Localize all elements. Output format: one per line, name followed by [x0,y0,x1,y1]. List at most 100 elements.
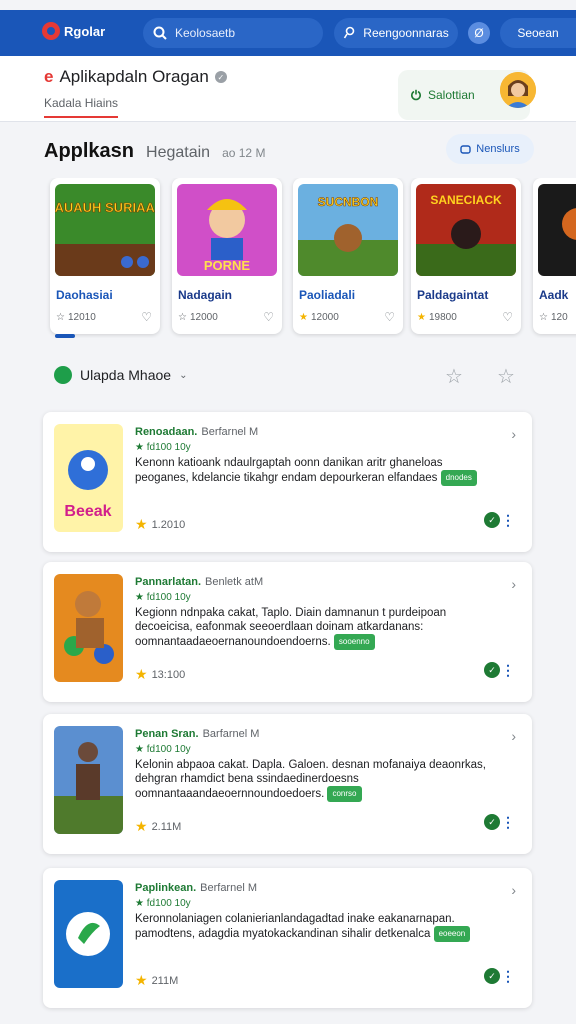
more-options-icon[interactable]: ⋮ [501,968,515,985]
help-icon[interactable]: Ø [468,22,490,44]
favorite-icon[interactable]: ♡ [502,310,513,324]
game-name: Paoliadali [299,288,356,302]
game-card[interactable]: SAUAUH SURIAAN Daohasiai ☆12010 ♡ [50,178,160,334]
app-title-text: Aplikapdaln Oragan [59,67,209,86]
logo-text: Rgolar [64,23,106,39]
game-rating: ☆ 120 [539,312,568,323]
app-icon: Beeak [54,424,123,532]
chevron-right-icon[interactable]: › [511,728,516,744]
game-thumbnail: PORNE [177,184,277,276]
top-bar: Rgolar Keolosaetb Reengoonnaras Ø Seoean [0,10,576,56]
app-title: Pannarlatan. Benletk atM [135,576,264,588]
search-input[interactable]: Keolosaetb [143,18,323,48]
app-downloads: ★ 13:100 [135,666,186,682]
game-thumbnail: SAUAUH SURIAAN [55,184,155,276]
app-description: Keronnolaniagen colanierianlandagadtad i… [135,912,495,942]
app-description: Kenonn katioank ndaulrgaptah oonn danika… [135,456,495,486]
chevron-down-icon: ⌄ [179,369,188,381]
star-outline-icon: ☆ [539,312,548,323]
brand-icon: e [44,67,54,86]
app-title: Penan Sran. Barfarnel M [135,728,260,740]
chip-label: Nenslurs [476,143,520,155]
app-rating: ★ fd100 10y [135,898,191,909]
verified-icon: ✓ [214,71,227,83]
action-button[interactable]: Seoean [500,18,576,48]
app-downloads: ★ 1.2010 [135,516,186,532]
star-icon: ★ [135,666,148,682]
installed-icon: ✓ [484,814,500,830]
game-thumbnail: SUCNBON [298,184,398,276]
list-item[interactable]: Pannarlatan. Benletk atM ★ fd100 10y Kegi… [43,562,532,702]
action-label: Seoean [517,26,559,40]
more-options-icon[interactable]: ⋮ [501,814,515,831]
game-rating: ☆ 12000 [178,312,218,323]
installed-icon: ✓ [484,968,500,984]
app-rating: ★ fd100 10y [135,744,191,755]
app-tag: conrso [327,786,362,802]
app-tag: eoeeon [433,926,471,942]
game-rating: ☆ 12010 [56,312,96,323]
star-icon: ★ [299,312,308,323]
favorite-icon[interactable]: ♡ [263,310,274,324]
game-card[interactable]: SUCNBON Paoliadali ★ 12000 ♡ [293,178,403,334]
app-downloads: ★ 211M [135,972,179,988]
logo[interactable]: Rgolar [42,22,105,40]
avatar[interactable] [500,72,536,108]
search-user-icon [344,26,355,39]
star-icon: ★ [135,516,148,532]
game-rating: ★ 19800 [417,312,457,323]
favorite-icon[interactable]: ♡ [384,310,395,324]
section-count: ao 12 M [222,146,266,160]
star-outline-icon[interactable]: ☆ [445,364,463,389]
chevron-right-icon[interactable]: › [511,426,516,442]
power-icon [411,89,421,101]
svg-text:Beeak: Beeak [64,503,111,520]
more-options-icon[interactable]: ⋮ [501,512,515,529]
app-icon [54,574,123,682]
grid-icon [460,144,471,154]
carousel-indicator [55,334,75,338]
game-name: Daohasiai [56,288,113,302]
app-header: e Aplikapdaln Oragan ✓ Kadala Hiains Sal… [0,56,576,122]
app-title: Paplinkean. Berfarnel M [135,882,257,894]
svg-text:SAUAUH SURIAAN: SAUAUH SURIAAN [55,200,155,215]
app-description: Kegionn ndnpaka cakat, Taplo. Diain damn… [135,607,447,650]
section-subtitle: Hegatain [146,144,211,161]
game-card[interactable]: Aadk ☆ 120 [533,178,576,334]
list-item[interactable]: Penan Sran. Barfarnel M ★ fd100 10y Kelon… [43,714,532,854]
star-icon: ★ [135,972,148,988]
app-icon [54,726,123,834]
list-item[interactable]: Beeak Renoadaan. Berfarnel M ★ fd100 10y … [43,412,532,552]
section-heading: Applkasn Hegatain ao 12 M [44,140,265,163]
category-icon [54,366,72,384]
svg-text:SUCNBON: SUCNBON [318,195,379,209]
favorite-icon[interactable]: ♡ [141,310,152,324]
game-name: Nadagain [178,288,233,302]
filter-dropdown[interactable]: Ulapda Mhaoe ⌄ [54,366,187,384]
installed-icon: ✓ [484,512,500,528]
logo-icon [42,22,60,40]
more-options-icon[interactable]: ⋮ [501,662,515,679]
star-outline-icon: ☆ [56,312,65,323]
filter-label: Ulapda Mhaoe [80,367,172,383]
svg-text:SANECIACK: SANECIACK [430,193,502,207]
filter-chip[interactable]: Nenslurs [446,134,534,164]
game-thumbnail: SANECIACK [416,184,516,276]
chevron-right-icon[interactable]: › [511,882,516,898]
game-card[interactable]: SANECIACK Paldagaintat ★ 19800 ♡ [411,178,521,334]
avatar-image [500,72,536,108]
star-outline-icon[interactable]: ☆ [497,364,515,389]
search-icon [153,26,167,40]
chevron-right-icon[interactable]: › [511,576,516,592]
app-description: Kelonin abpaoa cakat. Dapla. Galoen. des… [135,759,486,802]
signin-label: Salottian [428,88,475,102]
app-title: Renoadaan. Berfarnel M [135,426,259,438]
game-carousel[interactable]: SAUAUH SURIAAN Daohasiai ☆12010 ♡ PORNE … [0,178,576,338]
game-name: Paldagaintat [417,288,489,302]
svg-text:PORNE: PORNE [204,258,251,273]
list-item[interactable]: Paplinkean. Berfarnel M ★ fd100 10y Keron… [43,868,532,1008]
tab-main[interactable]: Kadala Hiains [44,96,119,118]
game-card[interactable]: PORNE Nadagain ☆ 12000 ♡ [172,178,282,334]
account-button[interactable]: Reengoonnaras [334,18,458,48]
app-icon [54,880,123,988]
